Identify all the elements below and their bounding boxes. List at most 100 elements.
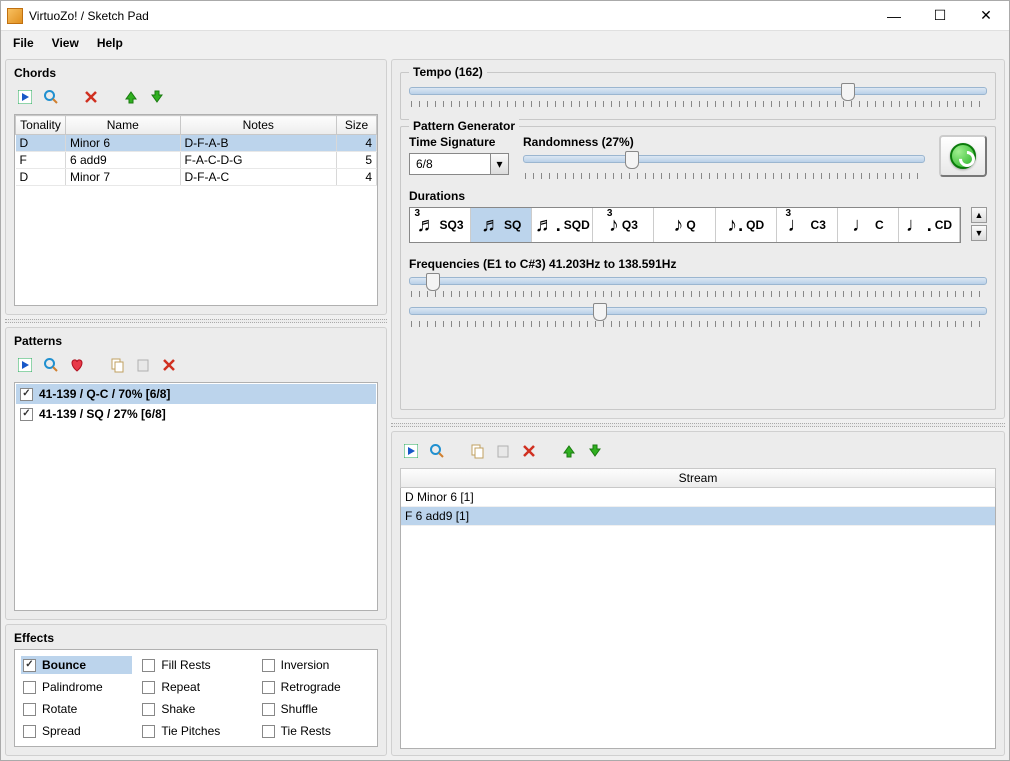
chords-col-size[interactable]: Size xyxy=(337,116,377,135)
checkbox[interactable] xyxy=(23,725,36,738)
effect-retrograde[interactable]: Retrograde xyxy=(260,678,371,696)
effect-tie-pitches[interactable]: Tie Pitches xyxy=(140,722,251,740)
effect-fill-rests[interactable]: Fill Rests xyxy=(140,656,251,674)
effect-label: Inversion xyxy=(281,658,330,672)
stream-item[interactable]: D Minor 6 [1] xyxy=(401,488,995,507)
move-down-icon[interactable] xyxy=(146,86,168,108)
freq-low-slider[interactable] xyxy=(409,277,987,285)
effect-tie-rests[interactable]: Tie Rests xyxy=(260,722,371,740)
search-icon[interactable] xyxy=(40,354,62,376)
duration-code: SQ3 xyxy=(440,218,464,232)
effect-spread[interactable]: Spread xyxy=(21,722,132,740)
move-down-icon[interactable] xyxy=(584,440,606,462)
duration-sq3[interactable]: ♬SQ3 xyxy=(410,208,471,242)
duration-q[interactable]: ♪Q xyxy=(654,208,715,242)
duration-q3[interactable]: ♪Q3 xyxy=(593,208,654,242)
checkbox[interactable] xyxy=(142,703,155,716)
paste-icon[interactable] xyxy=(132,354,154,376)
scroll-down-icon[interactable]: ▼ xyxy=(971,225,987,241)
checkbox[interactable] xyxy=(20,388,33,401)
chords-table[interactable]: Tonality Name Notes Size DMinor 6D-F-A-B… xyxy=(14,114,378,306)
duration-cd[interactable]: ♩CD xyxy=(899,208,960,242)
durations-list[interactable]: ♬SQ3♬SQ♬SQD♪Q3♪Q♪QD♩C3♩C♩CD xyxy=(409,207,961,243)
close-button[interactable]: ✕ xyxy=(963,1,1009,30)
freq-high-thumb[interactable] xyxy=(593,303,607,321)
chords-col-tonality[interactable]: Tonality xyxy=(16,116,66,135)
menu-help[interactable]: Help xyxy=(89,33,131,53)
duration-c[interactable]: ♩C xyxy=(838,208,899,242)
chords-col-notes[interactable]: Notes xyxy=(180,116,337,135)
menu-view[interactable]: View xyxy=(44,33,87,53)
checkbox[interactable] xyxy=(23,681,36,694)
window-title: VirtuoZo! / Sketch Pad xyxy=(29,9,871,23)
minimize-button[interactable]: ― xyxy=(871,1,917,30)
effect-bounce[interactable]: Bounce xyxy=(21,656,132,674)
checkbox[interactable] xyxy=(142,725,155,738)
tempo-slider[interactable] xyxy=(409,87,987,95)
pattern-item[interactable]: 41-139 / SQ / 27% [6/8] xyxy=(16,404,376,424)
copy-icon[interactable] xyxy=(466,440,488,462)
chord-row[interactable]: DMinor 6D-F-A-B4 xyxy=(16,135,377,152)
checkbox[interactable] xyxy=(262,703,275,716)
search-icon[interactable] xyxy=(40,86,62,108)
slider-ticks xyxy=(411,321,985,327)
chord-row[interactable]: DMinor 7D-F-A-C4 xyxy=(16,169,377,186)
timesig-select[interactable]: 6/8 ▾ xyxy=(409,153,509,175)
play-icon[interactable] xyxy=(14,86,36,108)
effects-grid: Bounce Fill Rests Inversion Palindrome Repea… xyxy=(14,649,378,747)
effect-shuffle[interactable]: Shuffle xyxy=(260,700,371,718)
splitter-left-1[interactable] xyxy=(5,319,387,323)
effect-rotate[interactable]: Rotate xyxy=(21,700,132,718)
move-up-icon[interactable] xyxy=(558,440,580,462)
stream-item[interactable]: F 6 add9 [1] xyxy=(401,507,995,526)
effect-shake[interactable]: Shake xyxy=(140,700,251,718)
heart-icon[interactable] xyxy=(66,354,88,376)
checkbox[interactable] xyxy=(262,725,275,738)
maximize-button[interactable]: ☐ xyxy=(917,1,963,30)
stream-toolbar xyxy=(400,438,996,468)
duration-code: QD xyxy=(746,218,764,232)
chords-col-name[interactable]: Name xyxy=(66,116,181,135)
duration-qd[interactable]: ♪QD xyxy=(716,208,777,242)
effect-palindrome[interactable]: Palindrome xyxy=(21,678,132,696)
patterns-list[interactable]: 41-139 / Q-C / 70% [6/8]41-139 / SQ / 27… xyxy=(14,382,378,611)
checkbox[interactable] xyxy=(142,681,155,694)
effect-inversion[interactable]: Inversion xyxy=(260,656,371,674)
checkbox[interactable] xyxy=(23,659,36,672)
chord-cell-tonality: D xyxy=(16,135,66,152)
delete-icon[interactable] xyxy=(518,440,540,462)
randomness-slider-thumb[interactable] xyxy=(625,151,639,169)
patterngen-title: Pattern Generator xyxy=(409,119,519,133)
tempo-slider-thumb[interactable] xyxy=(841,83,855,101)
pattern-item[interactable]: 41-139 / Q-C / 70% [6/8] xyxy=(16,384,376,404)
duration-sq[interactable]: ♬SQ xyxy=(471,208,532,242)
checkbox[interactable] xyxy=(142,659,155,672)
delete-icon[interactable] xyxy=(158,354,180,376)
delete-icon[interactable] xyxy=(80,86,102,108)
freq-low-thumb[interactable] xyxy=(426,273,440,291)
stream-list[interactable]: D Minor 6 [1]F 6 add9 [1] xyxy=(400,488,996,749)
scroll-up-icon[interactable]: ▲ xyxy=(971,207,987,223)
randomness-slider[interactable] xyxy=(523,155,925,163)
paste-icon[interactable] xyxy=(492,440,514,462)
move-up-icon[interactable] xyxy=(120,86,142,108)
chord-cell-notes: D-F-A-B xyxy=(180,135,337,152)
checkbox[interactable] xyxy=(20,408,33,421)
effect-repeat[interactable]: Repeat xyxy=(140,678,251,696)
duration-sqd[interactable]: ♬SQD xyxy=(532,208,593,242)
play-icon[interactable] xyxy=(400,440,422,462)
checkbox[interactable] xyxy=(262,659,275,672)
play-icon[interactable] xyxy=(14,354,36,376)
chevron-down-icon[interactable]: ▾ xyxy=(491,153,509,175)
freq-high-slider[interactable] xyxy=(409,307,987,315)
duration-code: CD xyxy=(935,218,952,232)
search-icon[interactable] xyxy=(426,440,448,462)
duration-c3[interactable]: ♩C3 xyxy=(777,208,838,242)
checkbox[interactable] xyxy=(262,681,275,694)
chord-row[interactable]: F6 add9F-A-C-D-G5 xyxy=(16,152,377,169)
copy-icon[interactable] xyxy=(106,354,128,376)
splitter-right[interactable] xyxy=(391,423,1005,427)
generate-button[interactable] xyxy=(939,135,987,177)
checkbox[interactable] xyxy=(23,703,36,716)
menu-file[interactable]: File xyxy=(5,33,42,53)
